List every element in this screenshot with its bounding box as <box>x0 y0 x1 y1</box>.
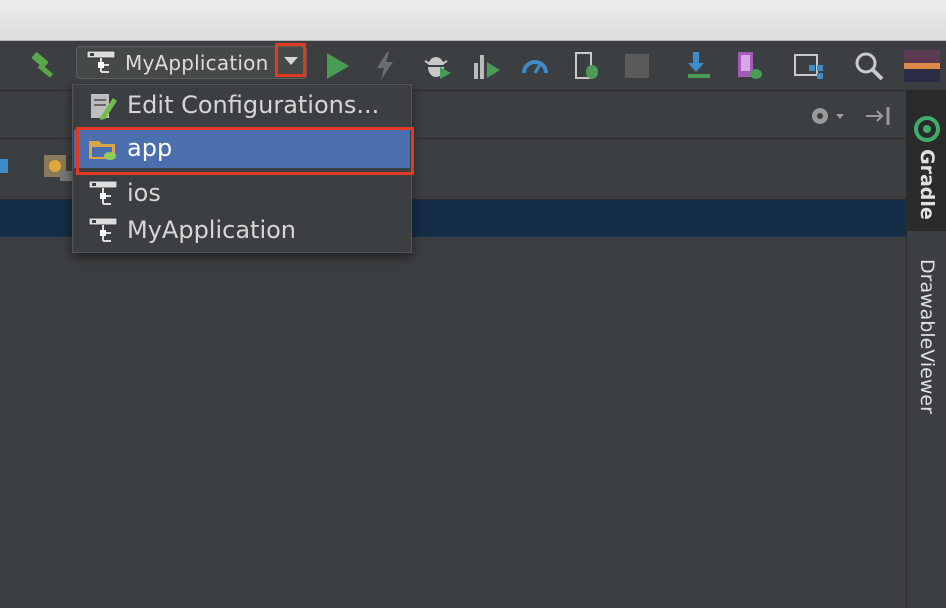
debug-bug-icon[interactable] <box>420 49 454 83</box>
profiler-gauge-icon[interactable] <box>518 49 552 83</box>
menu-item-label: Edit Configurations... <box>127 91 380 119</box>
module-hierarchy-icon <box>85 50 117 76</box>
chevron-down-icon <box>283 57 298 65</box>
drawable-viewer-tool-tab[interactable]: DrawableViewer <box>907 251 946 431</box>
project-structure-icon[interactable] <box>792 49 826 83</box>
gradle-tool-tab[interactable]: Gradle <box>907 91 946 231</box>
run-configuration-label: MyApplication <box>125 51 269 75</box>
module-hierarchy-icon <box>87 180 119 208</box>
apply-changes-lightning-icon[interactable] <box>368 49 402 83</box>
stop-icon[interactable] <box>620 49 654 83</box>
attach-debugger-icon[interactable] <box>570 49 604 83</box>
drawable-viewer-tab-label: DrawableViewer <box>916 259 938 414</box>
hide-panel-icon[interactable] <box>864 103 894 133</box>
user-avatar-icon[interactable] <box>902 49 942 83</box>
run-configuration-popup: Edit Configurations... app ios MyApplica… <box>72 84 414 253</box>
settings-gear-icon[interactable] <box>808 103 848 133</box>
module-hierarchy-icon <box>87 217 119 245</box>
make-project-hammer-icon[interactable] <box>28 49 62 83</box>
run-configuration-selector[interactable]: MyApplication <box>76 46 307 79</box>
menu-item-label: ios <box>127 179 161 207</box>
menu-item-myapplication[interactable]: MyApplication <box>74 212 410 250</box>
edit-configurations-icon <box>87 92 119 120</box>
avd-manager-icon[interactable] <box>732 49 766 83</box>
menu-item-label: MyApplication <box>127 216 297 244</box>
panel-edge-icon <box>0 159 8 173</box>
gradle-settings-icon[interactable] <box>42 153 74 187</box>
run-configuration-dropdown-button[interactable] <box>275 43 306 77</box>
run-with-coverage-icon[interactable] <box>470 49 504 83</box>
gradle-elephant-icon <box>913 115 941 147</box>
search-icon[interactable] <box>852 49 886 83</box>
sync-gradle-download-icon[interactable] <box>682 49 716 83</box>
right-tool-window-bar: Gradle DrawableViewer <box>906 91 946 608</box>
selection-callout-outline <box>76 127 414 175</box>
menu-item-ios[interactable]: ios <box>74 175 410 213</box>
gradle-tab-label: Gradle <box>916 149 938 220</box>
menu-item-edit-configurations[interactable]: Edit Configurations... <box>74 87 410 125</box>
run-icon[interactable] <box>320 49 354 83</box>
window-title-bar <box>0 0 946 41</box>
